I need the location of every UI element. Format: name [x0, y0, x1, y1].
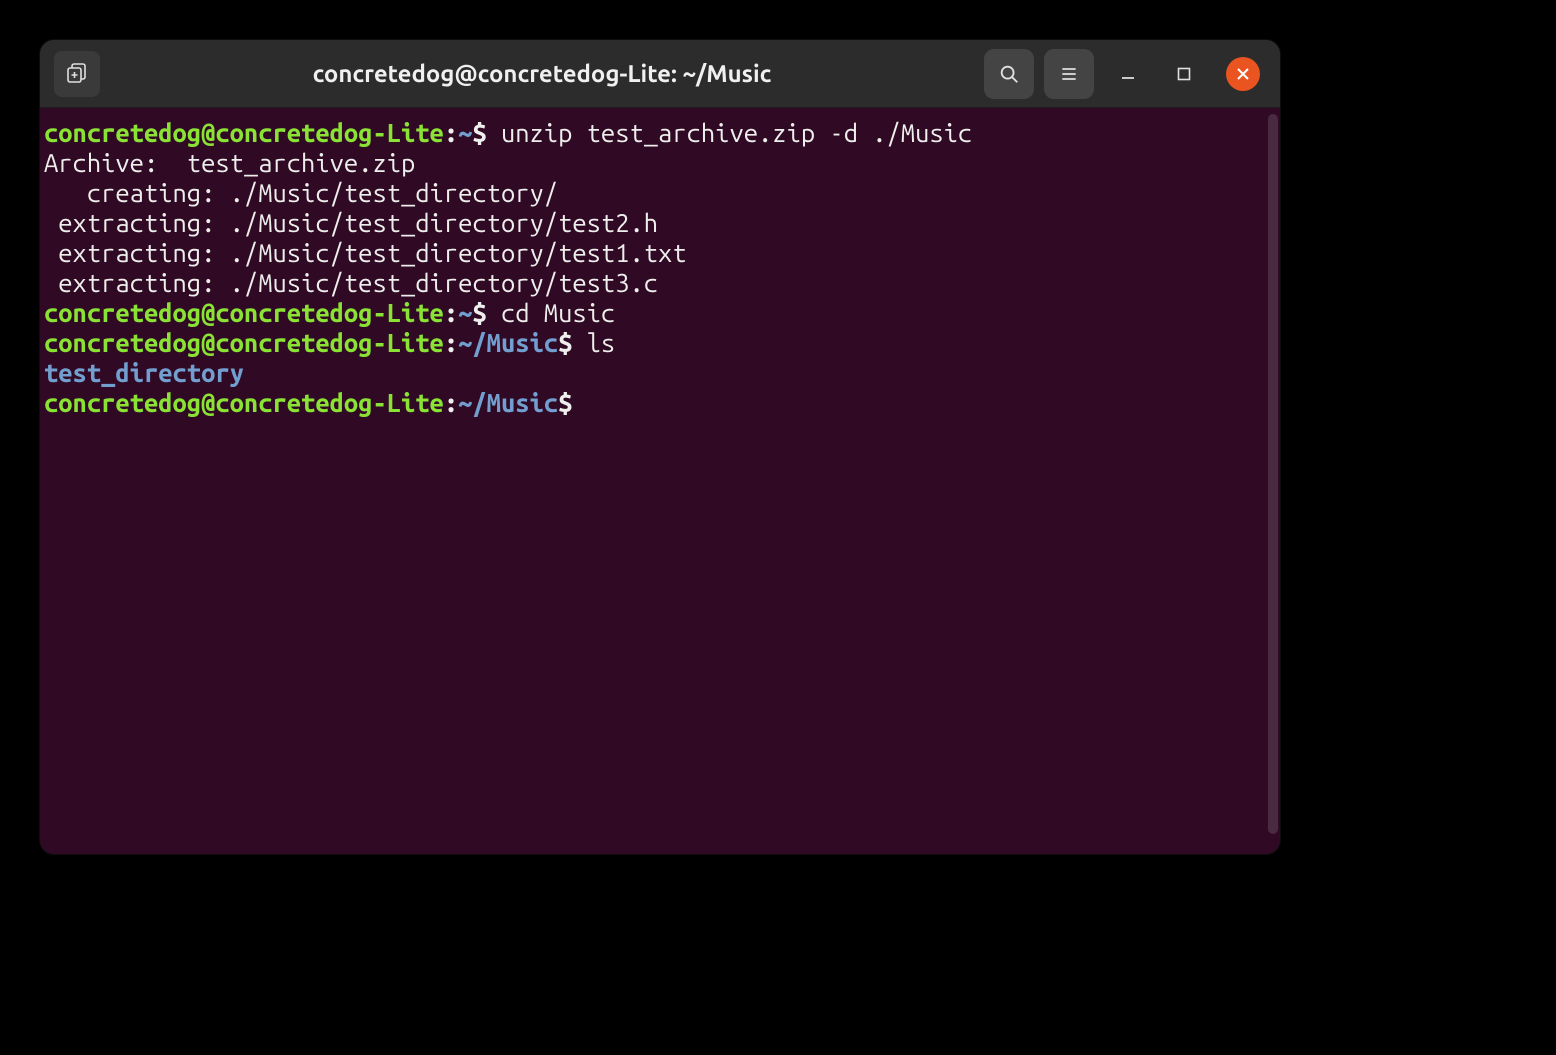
prompt-user-host: concretedog@concretedog-Lite — [44, 388, 444, 417]
output-line: creating: ./Music/test_directory/ — [44, 178, 558, 207]
prompt-path: ~/Music — [458, 328, 558, 357]
terminal-body[interactable]: concretedog@concretedog-Lite:~$ unzip te… — [40, 108, 1280, 854]
command-text: ls — [587, 328, 616, 357]
prompt-user-host: concretedog@concretedog-Lite — [44, 118, 444, 147]
close-icon — [1236, 67, 1250, 81]
new-tab-icon — [65, 62, 89, 86]
prompt-dollar: $ — [558, 388, 587, 417]
menu-button[interactable] — [1044, 49, 1094, 99]
prompt-dollar: $ — [472, 298, 501, 327]
close-button[interactable] — [1226, 57, 1260, 91]
prompt-path: ~ — [458, 118, 472, 147]
window-controls — [1104, 57, 1266, 91]
terminal-window: concretedog@concretedog-Lite: ~/Music — [40, 40, 1280, 854]
prompt-user-host: concretedog@concretedog-Lite — [44, 328, 444, 357]
output-line: Archive: test_archive.zip — [44, 148, 415, 177]
output-line: extracting: ./Music/test_directory/test2… — [44, 208, 658, 237]
new-tab-button[interactable] — [54, 51, 100, 97]
prompt-user-host: concretedog@concretedog-Lite — [44, 298, 444, 327]
prompt-dollar: $ — [558, 328, 587, 357]
terminal-content: concretedog@concretedog-Lite:~$ unzip te… — [44, 118, 1278, 418]
prompt-path: ~/Music — [458, 388, 558, 417]
ls-directory-output: test_directory — [44, 358, 244, 387]
prompt-colon: : — [444, 388, 458, 417]
maximize-button[interactable] — [1170, 60, 1198, 88]
scrollbar[interactable] — [1268, 114, 1278, 834]
command-text: unzip test_archive.zip -d ./Music — [501, 118, 972, 147]
output-line: extracting: ./Music/test_directory/test3… — [44, 268, 658, 297]
hamburger-icon — [1059, 64, 1079, 84]
minimize-button[interactable] — [1114, 60, 1142, 88]
prompt-dollar: $ — [472, 118, 501, 147]
search-icon — [998, 63, 1020, 85]
window-title: concretedog@concretedog-Lite: ~/Music — [110, 60, 974, 87]
minimize-icon — [1120, 66, 1136, 82]
command-text: cd Music — [501, 298, 615, 327]
search-button[interactable] — [984, 49, 1034, 99]
prompt-path: ~ — [458, 298, 472, 327]
maximize-icon — [1177, 67, 1191, 81]
prompt-colon: : — [444, 298, 458, 327]
prompt-colon: : — [444, 118, 458, 147]
titlebar: concretedog@concretedog-Lite: ~/Music — [40, 40, 1280, 108]
output-line: extracting: ./Music/test_directory/test1… — [44, 238, 687, 267]
prompt-colon: : — [444, 328, 458, 357]
